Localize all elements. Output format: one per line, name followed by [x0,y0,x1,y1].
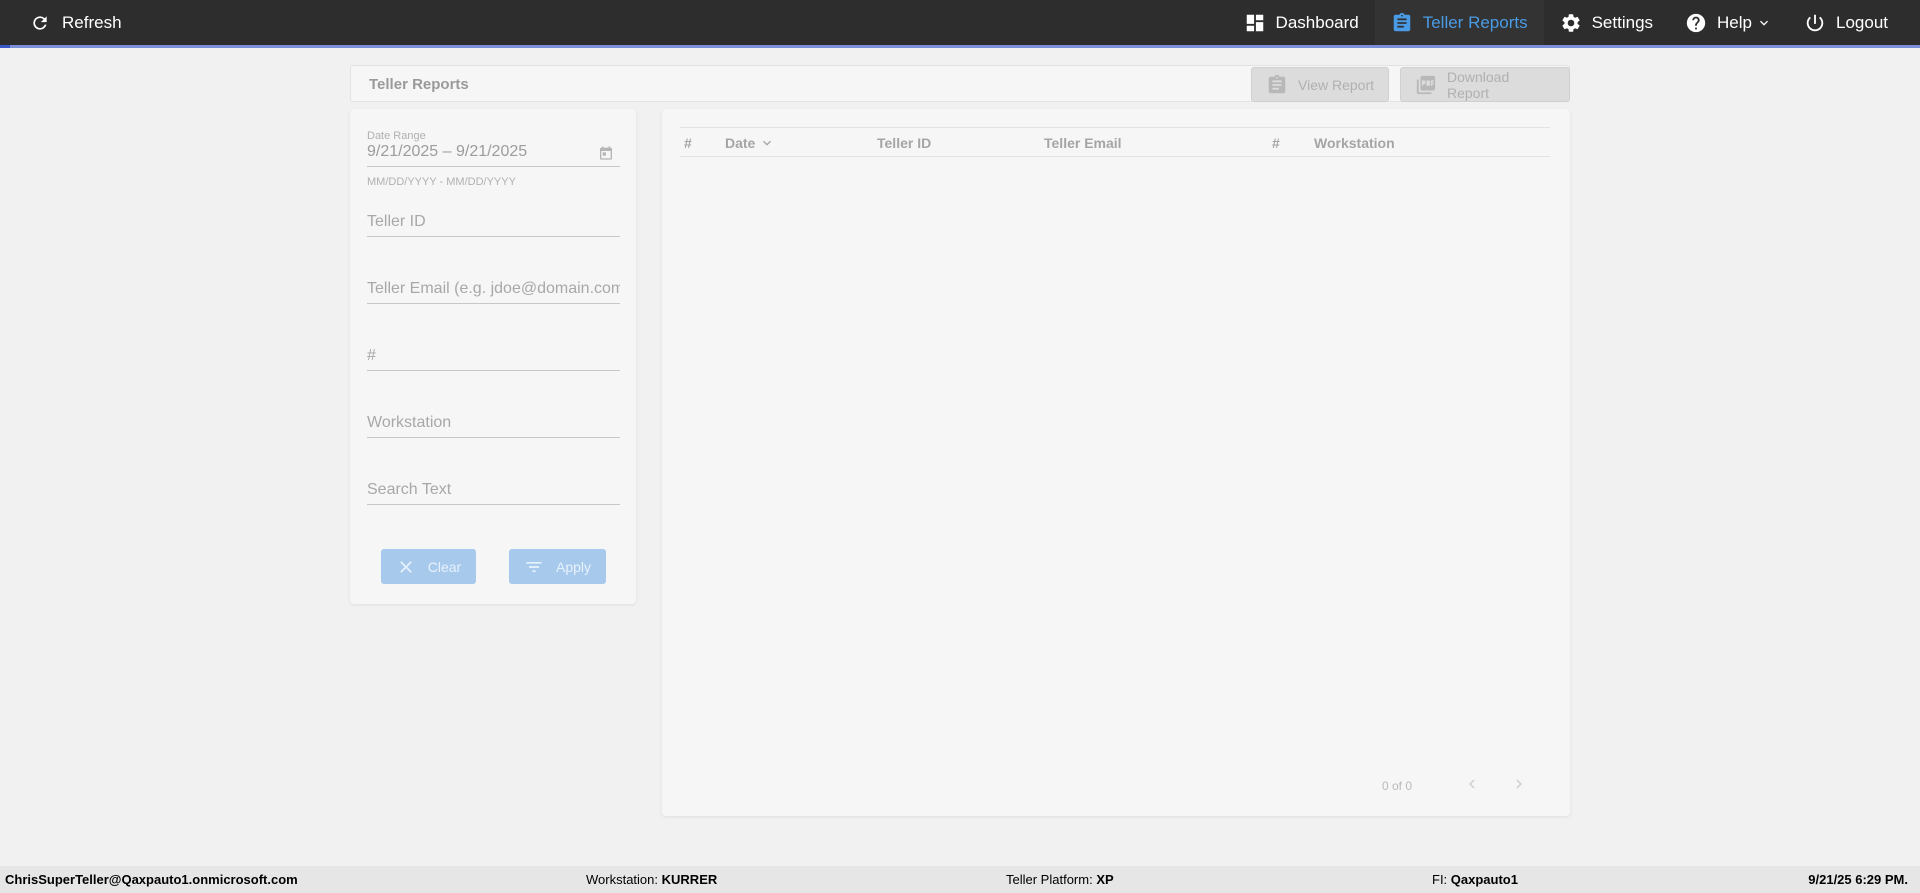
nav-dashboard-label: Dashboard [1275,12,1359,32]
status-bar: ChrisSuperTeller@Qaxpauto1.onmicrosoft.c… [0,866,1920,893]
main-nav: Dashboard Teller Reports Settings Help L… [1228,0,1920,45]
top-navigation-bar: Refresh Dashboard Teller Reports Setting… [0,0,1920,45]
previous-page-button[interactable] [1461,773,1483,795]
status-fi-value: Qaxpauto1 [1450,872,1518,887]
column-teller-email[interactable]: Teller Email [1044,135,1122,151]
clipboard-icon [1393,12,1410,31]
nav-help-label: Help [1717,12,1752,32]
status-datetime: 9/21/25 6:29 PM. [1808,872,1908,887]
clipboard-icon [1268,74,1286,93]
date-range-label: Date Range [367,130,426,142]
refresh-button[interactable]: Refresh [30,0,122,45]
filter-panel: Date Range 9/21/2025 – 9/21/2025 MM/DD/Y… [350,109,636,604]
date-range-field[interactable]: 9/21/2025 – 9/21/2025 [367,143,620,167]
teller-email-field[interactable]: Teller Email (e.g. jdoe@domain.com) [367,280,620,304]
chevron-left-icon [1469,779,1475,789]
nav-logout-label: Logout [1836,12,1888,32]
nav-help[interactable]: Help [1669,0,1788,45]
nav-settings[interactable]: Settings [1544,0,1669,45]
apply-button[interactable]: Apply [509,549,606,584]
number-placeholder: # [367,347,376,364]
status-platform: Teller Platform: XP [1006,872,1114,887]
refresh-icon [33,15,47,30]
column-date-label: Date [725,135,756,151]
filter-icon [526,561,542,572]
workstation-placeholder: Workstation [367,414,452,431]
clear-label: Clear [427,558,462,575]
download-report-label: Download Report [1446,68,1510,101]
workstation-field[interactable]: Workstation [367,414,620,438]
download-report-button[interactable]: Download Report [1400,67,1570,102]
status-workstation-value: KURRER [661,872,718,887]
status-fi-label: FI: [1432,872,1448,887]
gear-icon [1562,13,1580,32]
next-page-button[interactable] [1508,773,1530,795]
apply-label: Apply [555,558,592,575]
column-teller-id[interactable]: Teller ID [877,135,931,151]
search-text-placeholder: Search Text [367,481,452,498]
date-range-value: 9/21/2025 – 9/21/2025 [367,143,528,160]
status-fi: FI: Qaxpauto1 [1432,872,1518,887]
chevron-down-icon [1760,20,1768,26]
nav-logout[interactable]: Logout [1788,0,1920,45]
nav-dashboard[interactable]: Dashboard [1228,0,1375,45]
status-user: ChrisSuperTeller@Qaxpauto1.onmicrosoft.c… [5,872,298,887]
refresh-label: Refresh [62,12,122,32]
column-number-2[interactable]: # [1272,135,1280,151]
reports-header: Teller Reports View Report Download Repo… [350,65,1570,102]
teller-email-placeholder: Teller Email (e.g. jdoe@domain.com) [367,280,620,297]
teller-id-placeholder: Teller ID [367,213,426,230]
chevron-right-icon [1516,779,1522,789]
status-platform-label: Teller Platform: [1006,872,1093,887]
calendar-icon[interactable] [598,145,614,161]
topbar-divider [0,45,1920,48]
column-workstation[interactable]: Workstation [1314,135,1395,151]
pager-count: 0 of 0 [1382,779,1413,793]
power-icon [1806,14,1824,31]
view-report-button[interactable]: View Report [1251,67,1389,102]
nav-teller-reports-label: Teller Reports [1422,12,1528,32]
column-date[interactable]: Date [725,135,775,151]
close-icon [399,560,412,573]
view-report-label: View Report [1298,76,1375,93]
help-icon [1686,13,1706,32]
status-workstation-label: Workstation: [586,872,659,887]
column-number[interactable]: # [684,135,692,151]
pdf-icon [1416,75,1436,94]
teller-id-field[interactable]: Teller ID [367,213,620,237]
table-header: # Date Teller ID Teller Email # Workstat… [680,127,1550,157]
clear-button[interactable]: Clear [381,549,476,584]
status-workstation: Workstation: KURRER [586,872,717,887]
nav-settings-label: Settings [1591,12,1654,32]
date-format-hint: MM/DD/YYYY - MM/DD/YYYY [367,176,516,188]
chevron-down-icon [763,140,772,146]
nav-teller-reports[interactable]: Teller Reports [1374,0,1544,45]
dashboard-icon [1246,14,1263,31]
status-platform-value: XP [1096,872,1114,887]
search-text-field[interactable]: Search Text [367,481,620,505]
report-table-panel: # Date Teller ID Teller Email # Workstat… [662,109,1570,816]
number-field[interactable]: # [367,347,620,371]
page-title: Teller Reports [369,76,469,93]
